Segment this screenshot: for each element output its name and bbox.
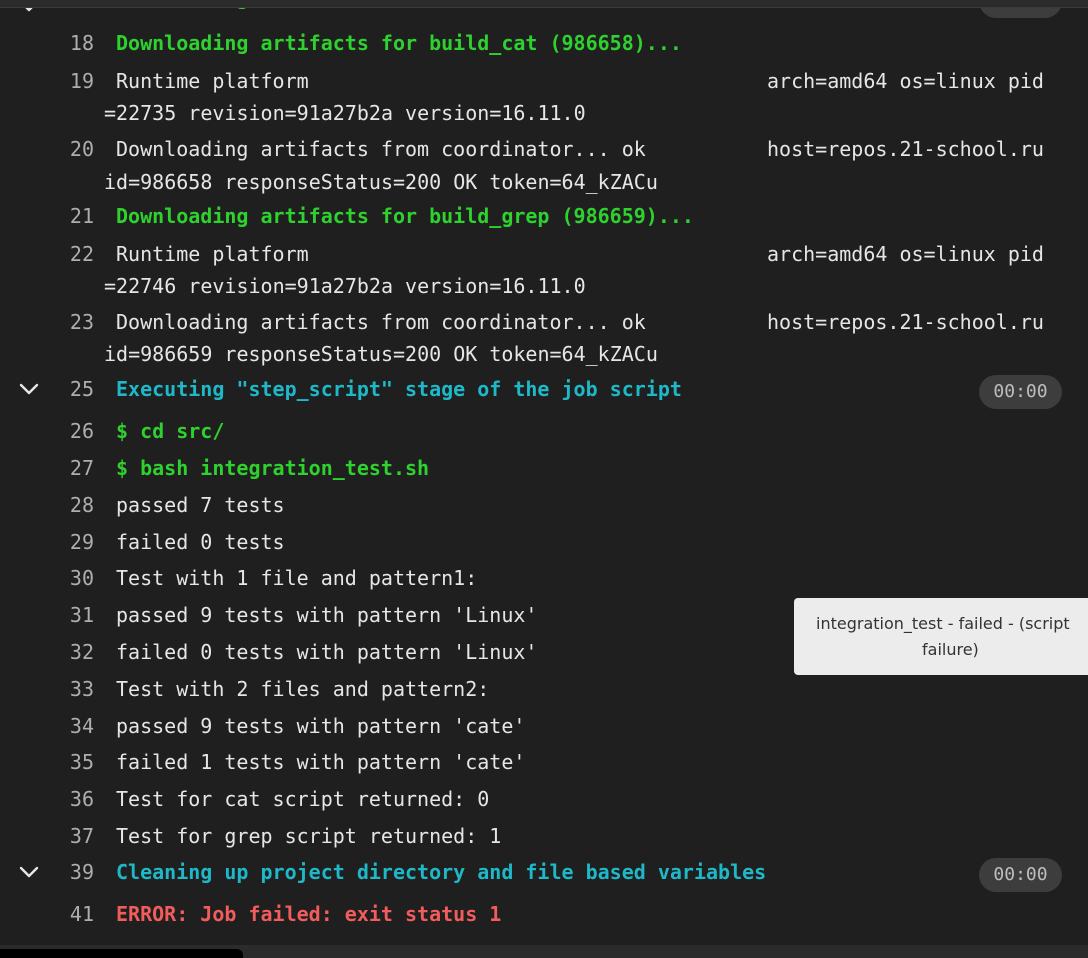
log-text: Downloading artifacts for build_grep (98… xyxy=(116,204,694,228)
line-number[interactable]: 31 xyxy=(54,599,94,631)
job-status-tooltip: integration_test - failed - (script fail… xyxy=(794,598,1088,675)
line-number[interactable]: 30 xyxy=(54,562,94,594)
line-number[interactable]: 28 xyxy=(54,489,94,521)
log-text: Runtime platform xyxy=(116,242,309,266)
chevron-down-icon[interactable] xyxy=(18,861,40,883)
log-text: failed 0 tests with pattern 'Linux' xyxy=(116,640,538,664)
log-meta: host=repos.21-school.ru xyxy=(767,137,1044,161)
line-number[interactable]: 35 xyxy=(54,746,94,778)
line-number[interactable]: 36 xyxy=(54,783,94,815)
line-number[interactable]: 19 xyxy=(54,65,94,97)
log-meta: host=repos.21-school.ru xyxy=(767,310,1044,334)
line-number[interactable]: 23 xyxy=(54,306,94,338)
log-continuation: =22735 revision=91a27b2a version=16.11.0 xyxy=(104,101,586,125)
tooltip-line: integration_test - failed - (script xyxy=(816,614,1070,633)
log-text: Executing "step_script" stage of the job… xyxy=(116,377,682,401)
line-number[interactable]: 39 xyxy=(54,856,94,888)
log-text: Cleaning up project directory and file b… xyxy=(116,860,767,884)
line-number[interactable]: 25 xyxy=(54,373,94,405)
duration-badge: 00:00 xyxy=(979,858,1062,892)
log-meta: arch=amd64 os=linux pid xyxy=(767,69,1044,93)
line-number[interactable]: 32 xyxy=(54,636,94,668)
horizontal-scrollbar[interactable] xyxy=(0,945,1088,958)
log-text: failed 0 tests xyxy=(116,530,285,554)
log-text: Runtime platform xyxy=(116,69,309,93)
chevron-down-icon[interactable] xyxy=(18,378,40,400)
log-text: Downloading artifacts for build_cat (986… xyxy=(116,31,682,55)
tooltip-line: failure) xyxy=(922,640,979,659)
log-text: failed 1 tests with pattern 'cate' xyxy=(116,750,526,774)
log-text: ERROR: Job failed: exit status 1 xyxy=(116,902,502,926)
log-text: $ bash integration_test.sh xyxy=(116,456,430,480)
line-number[interactable]: 21 xyxy=(54,200,94,232)
line-number[interactable]: 18 xyxy=(54,27,94,59)
duration-badge: 00:00 xyxy=(979,375,1062,409)
line-number[interactable]: 33 xyxy=(54,673,94,705)
log-continuation: id=986659 responseStatus=200 OK token=64… xyxy=(104,342,658,366)
line-number[interactable]: 41 xyxy=(54,898,94,930)
line-number[interactable]: 37 xyxy=(54,820,94,852)
line-number[interactable]: 22 xyxy=(54,238,94,270)
log-continuation: id=986658 responseStatus=200 OK token=64… xyxy=(104,170,658,194)
log-text: Test with 1 file and pattern1: xyxy=(116,566,478,590)
log-meta: arch=amd64 os=linux pid xyxy=(767,242,1044,266)
line-number[interactable]: 26 xyxy=(54,415,94,447)
log-text: Downloading artifacts from coordinator..… xyxy=(116,310,646,334)
line-number[interactable]: 27 xyxy=(54,452,94,484)
scrollbar-thumb[interactable] xyxy=(0,949,243,958)
line-number[interactable]: 29 xyxy=(54,526,94,558)
log-text: Test for cat script returned: 0 xyxy=(116,787,490,811)
top-edge xyxy=(0,0,1088,8)
log-text: Test with 2 files and pattern2: xyxy=(116,677,490,701)
line-number[interactable]: 20 xyxy=(54,133,94,165)
job-log: 17 Downloading artifacts 00:02 18 Downlo… xyxy=(0,0,1088,940)
log-text: $ cd src/ xyxy=(116,419,225,443)
log-text: passed 7 tests xyxy=(116,493,285,517)
log-text: Test for grep script returned: 1 xyxy=(116,824,502,848)
log-continuation: =22746 revision=91a27b2a version=16.11.0 xyxy=(104,274,586,298)
line-number[interactable]: 34 xyxy=(54,710,94,742)
log-text: passed 9 tests with pattern 'cate' xyxy=(116,714,526,738)
log-text: passed 9 tests with pattern 'Linux' xyxy=(116,603,538,627)
log-text: Downloading artifacts from coordinator..… xyxy=(116,137,646,161)
